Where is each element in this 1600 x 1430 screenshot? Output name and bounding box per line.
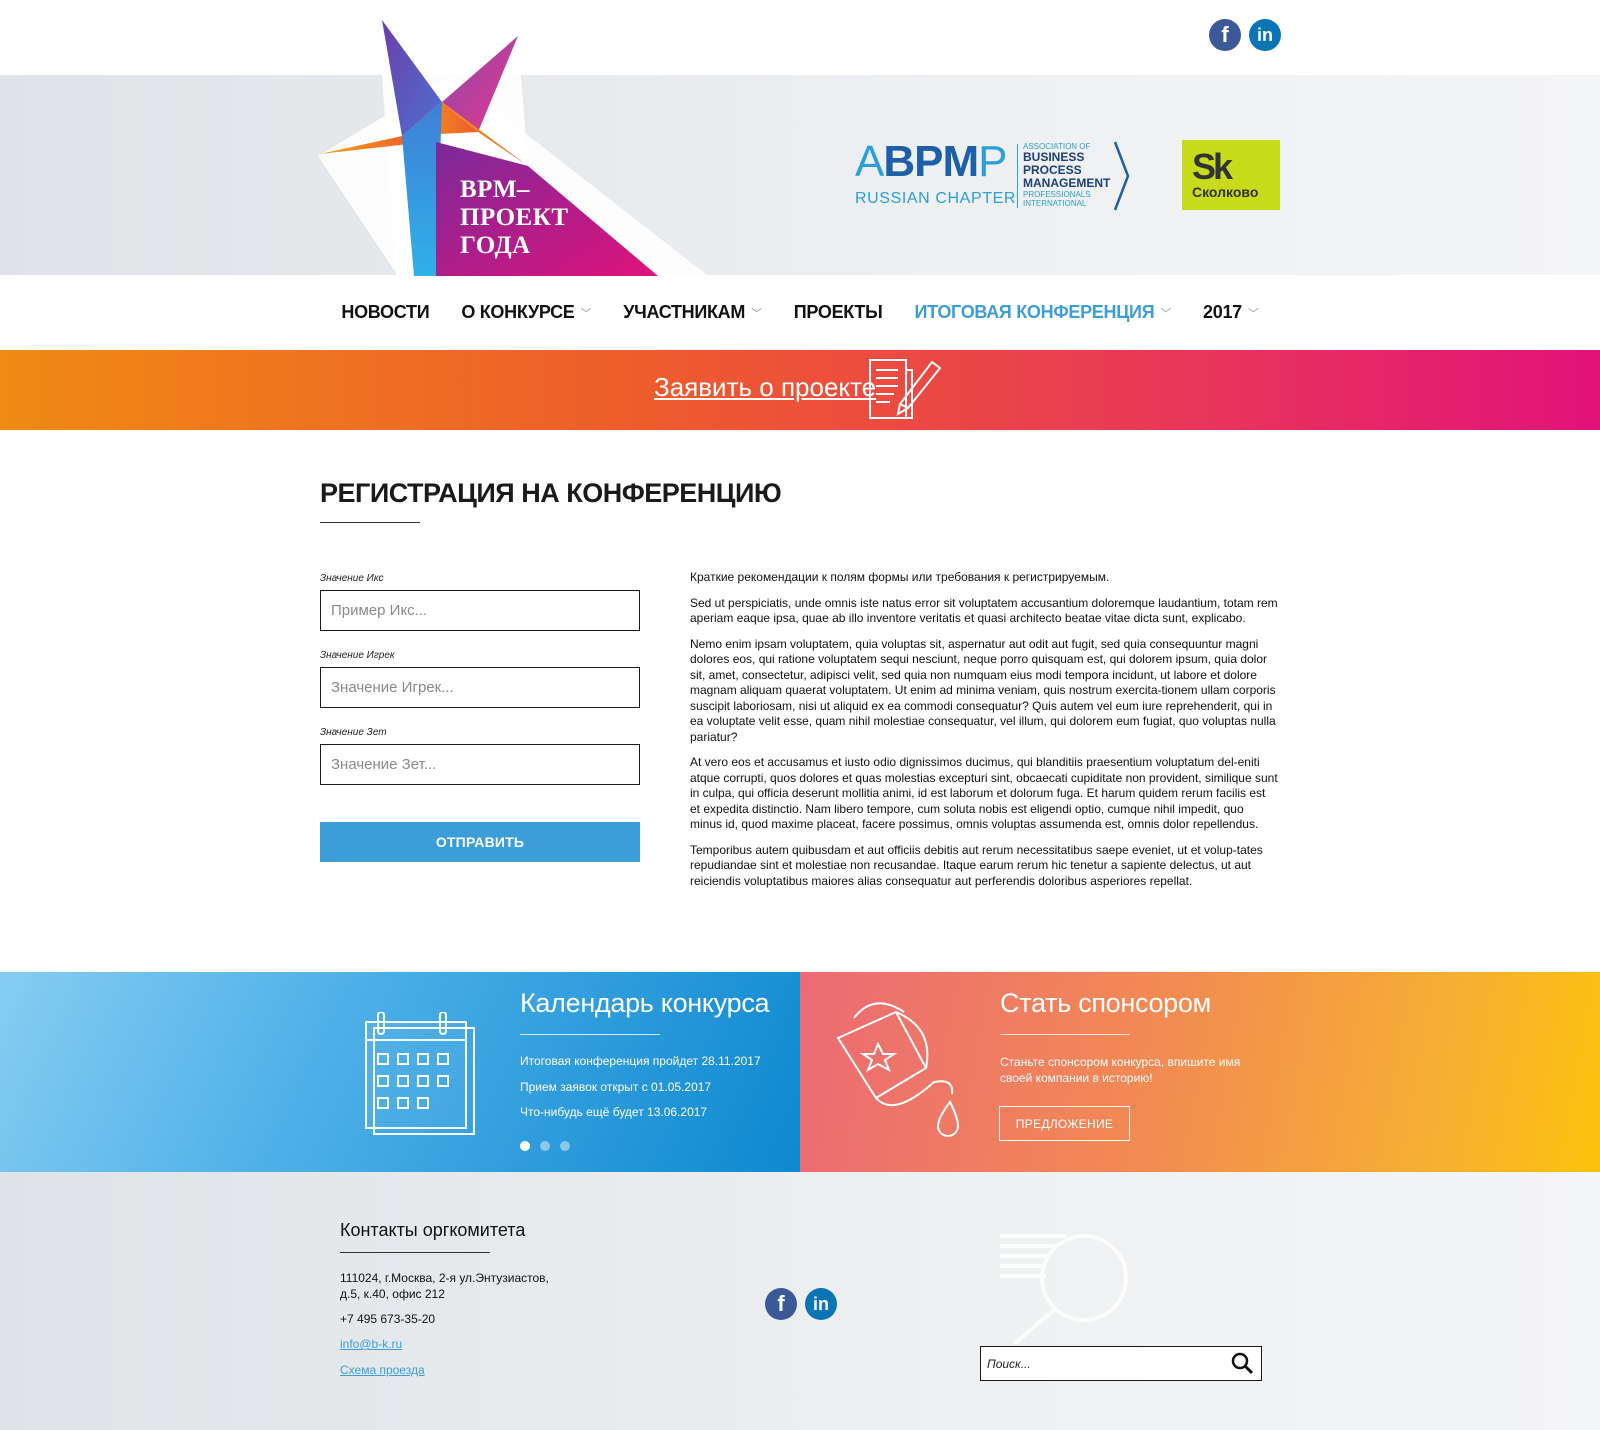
field-x-input[interactable] — [320, 590, 640, 631]
nav-item-participants[interactable]: УЧАСТНИКАМ ﹀ — [623, 302, 762, 323]
footer-divider — [340, 1252, 490, 1253]
info-text: Краткие рекомендации к полям формы или т… — [690, 570, 1278, 899]
document-pen-icon — [869, 359, 942, 419]
chevron-down-icon: ﹀ — [1247, 307, 1259, 320]
calendar-divider — [520, 1034, 660, 1035]
field-z-label: Значение Зет — [320, 727, 387, 738]
header-hero — [0, 75, 1600, 275]
field-y-input[interactable] — [320, 667, 640, 708]
slider-dot[interactable] — [560, 1141, 570, 1151]
sponsor-divider — [1000, 1034, 1130, 1035]
header-social: f in — [1209, 19, 1281, 51]
footer-phone: +7 495 673-35-20 — [340, 1312, 436, 1326]
page-title: РЕГИСТРАЦИЯ НА КОНФЕРЕНЦИЮ — [320, 478, 782, 508]
logo-text: BPM– ПРОЕКТ ГОДА — [460, 176, 569, 259]
info-paragraph: Nemo enim ipsam voluptatem, quia volupta… — [690, 636, 1276, 744]
slider-dot[interactable] — [540, 1141, 550, 1151]
calendar-title: Календарь конкурса — [520, 988, 770, 1018]
field-x-label: Значение Икс — [320, 573, 384, 584]
nav-item-conference[interactable]: ИТОГОВАЯ КОНФЕРЕНЦИЯ ﹀ — [914, 302, 1171, 323]
nav-item-2017[interactable]: 2017 ﹀ — [1203, 302, 1259, 323]
abpmp-logo[interactable]: ABPMP RUSSIAN CHAPTER ASSOCIATION OF BUS… — [855, 140, 1135, 212]
field-z-input[interactable] — [320, 744, 640, 785]
paint-bucket-star-icon — [836, 1002, 960, 1137]
apply-link[interactable]: Заявить о проекте — [654, 372, 876, 403]
skolkovo-logo[interactable]: Sk Сколково — [1182, 140, 1280, 210]
info-paragraph: Temporibus autem quibusdam et aut offici… — [690, 842, 1263, 888]
slider-dots — [520, 1141, 570, 1151]
footer-address: д.5, к.40, офис 212 — [340, 1287, 445, 1301]
facebook-icon[interactable]: f — [765, 1288, 797, 1320]
calendar-line: Итоговая конференция пройдет 28.11.2017 — [520, 1054, 761, 1068]
nav-item-about[interactable]: О КОНКУРСЕ ﹀ — [461, 302, 591, 323]
footer-title: Контакты оргкомитета — [340, 1220, 526, 1240]
calendar-icon — [365, 1012, 475, 1135]
linkedin-icon[interactable]: in — [1249, 19, 1281, 51]
calendar-line: Прием заявок открыт с 01.05.2017 — [520, 1080, 712, 1094]
nav-item-projects[interactable]: ПРОЕКТЫ — [794, 302, 883, 323]
search-button[interactable] — [1229, 1351, 1255, 1377]
chevron-down-icon: ﹀ — [751, 307, 762, 320]
info-paragraph: Краткие рекомендации к полям формы или т… — [690, 570, 1110, 584]
facebook-icon[interactable]: f — [1209, 19, 1241, 51]
footer-search — [980, 1346, 1262, 1381]
magnifier-decor-icon — [1000, 1234, 1128, 1344]
calendar-line: Что-нибудь ещё будет 13.06.2017 — [520, 1105, 708, 1119]
info-paragraph: Sed ut perspiciatis, unde omnis iste nat… — [690, 595, 1278, 626]
top-bar — [0, 0, 1600, 75]
search-input[interactable] — [987, 1347, 1227, 1380]
footer-social: f in — [765, 1288, 837, 1320]
linkedin-icon[interactable]: in — [805, 1288, 837, 1320]
sponsor-title: Стать спонсором — [1000, 988, 1211, 1018]
slider-dot[interactable] — [520, 1141, 530, 1151]
title-divider — [320, 522, 420, 523]
nav-item-news[interactable]: НОВОСТИ — [341, 302, 429, 323]
main-nav: НОВОСТИ О КОНКУРСЕ ﹀ УЧАСТНИКАМ ﹀ ПРОЕКТЫ … — [0, 275, 1600, 350]
footer-email-link[interactable]: info@b-k.ru — [340, 1337, 402, 1351]
chevron-down-icon: ﹀ — [1160, 307, 1172, 320]
footer-address: 111024, г.Москва, 2-я ул.Энтузиастов, — [340, 1271, 549, 1285]
apply-banner: Заявить о проекте — [0, 350, 1600, 430]
submit-button[interactable]: ОТПРАВИТЬ — [320, 822, 640, 862]
field-y-label: Значение Игрек — [320, 650, 395, 661]
footer-map-link[interactable]: Схема проезда — [340, 1363, 425, 1377]
info-paragraph: At vero eos et accusamus et iusto odio d… — [690, 755, 1278, 831]
chevron-down-icon: ﹀ — [580, 307, 592, 320]
offer-button[interactable]: ПРЕДЛОЖЕНИЕ — [999, 1106, 1130, 1141]
search-icon — [1231, 1352, 1254, 1375]
sponsor-text: Станьте спонсором конкурса, впишите имя … — [1000, 1055, 1241, 1085]
abpmp-arrow-icon — [1113, 141, 1130, 211]
